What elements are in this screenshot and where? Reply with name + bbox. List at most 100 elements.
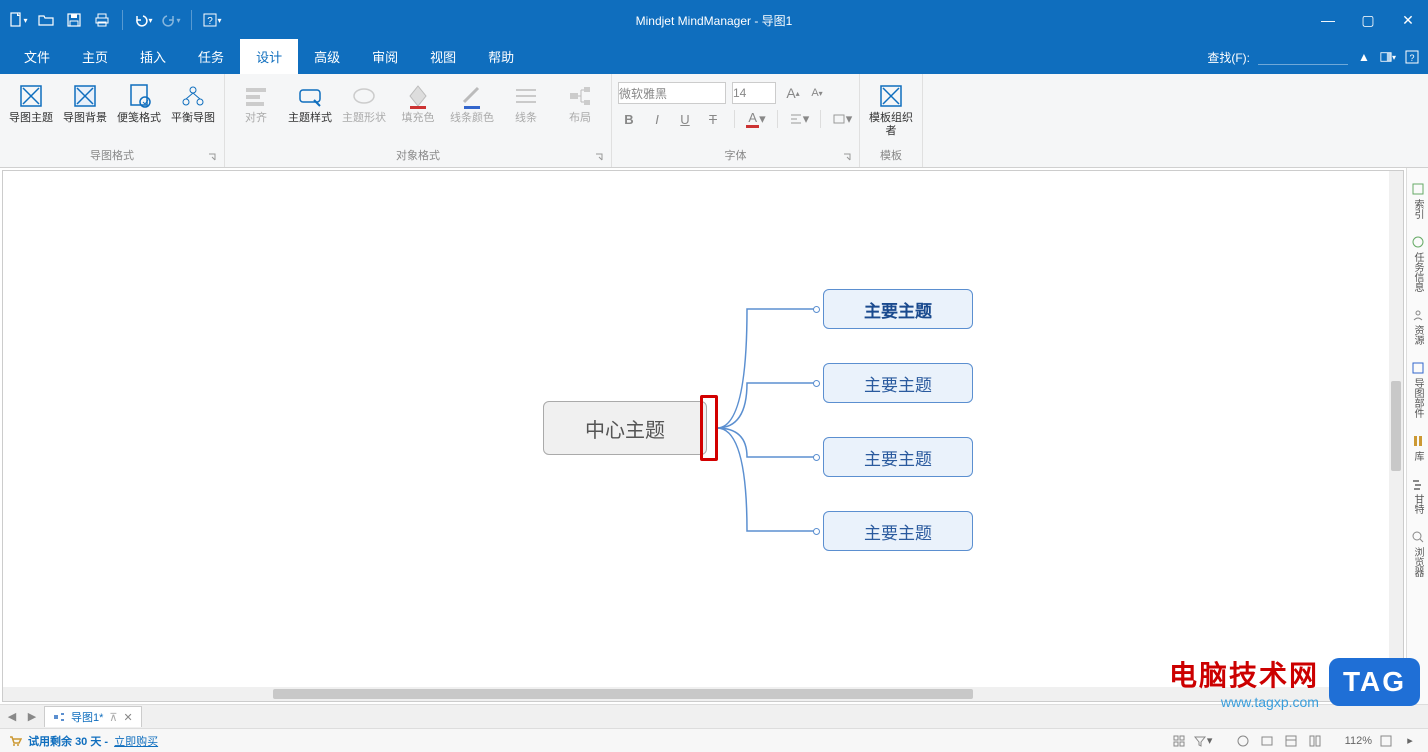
view-mode-3-icon[interactable] xyxy=(1281,732,1301,750)
side-tab-library[interactable]: 库 xyxy=(1408,428,1428,467)
separator xyxy=(191,10,192,30)
map-theme-button[interactable]: 导图主题 xyxy=(6,78,56,125)
side-tab-map-parts[interactable]: 导图部件 xyxy=(1408,355,1428,424)
help-button[interactable]: ? ▾ xyxy=(200,8,224,32)
connector-dot xyxy=(813,528,820,535)
underline-button[interactable]: U xyxy=(674,108,696,130)
font-size-select[interactable] xyxy=(732,82,776,104)
layout-button[interactable]: 布局 xyxy=(555,78,605,125)
template-organizer-button[interactable]: 模板组织者 xyxy=(866,78,916,138)
window-title: Mindjet MindManager - 导图1 xyxy=(636,12,793,29)
svg-text:?: ? xyxy=(1409,53,1414,63)
main-topic-3[interactable]: 主要主题 xyxy=(823,437,973,477)
vertical-scrollbar[interactable] xyxy=(1389,171,1403,687)
dropdown-icon: ▾ xyxy=(217,16,221,25)
shrink-font-button[interactable]: A▾ xyxy=(806,82,828,104)
new-file-button[interactable]: ▾ xyxy=(6,8,30,32)
central-topic[interactable]: 中心主题 xyxy=(543,401,707,455)
topic-style-button[interactable]: 主题样式 xyxy=(285,78,335,125)
maximize-button[interactable]: ▢ xyxy=(1348,6,1388,34)
main-topic-1[interactable]: 主要主题 xyxy=(823,289,973,329)
map-background-button[interactable]: 导图背景 xyxy=(60,78,110,125)
group-label-map-format: 导图格式 xyxy=(6,145,218,165)
tab-advanced[interactable]: 高级 xyxy=(298,39,356,74)
panel-icon[interactable]: ▾ xyxy=(1380,45,1396,69)
side-tab-task-info[interactable]: 任务信息 xyxy=(1408,229,1428,298)
view-mode-4-icon[interactable] xyxy=(1305,732,1325,750)
dialog-launcher-icon[interactable] xyxy=(593,152,605,164)
close-button[interactable]: ✕ xyxy=(1388,6,1428,34)
find-input[interactable] xyxy=(1258,50,1348,65)
pin-icon[interactable]: ⊼ xyxy=(109,711,117,724)
minimize-button[interactable]: — xyxy=(1308,6,1348,34)
map-icon xyxy=(53,711,65,723)
side-tab-gantt[interactable]: 甘特 xyxy=(1408,471,1428,520)
tab-review[interactable]: 审阅 xyxy=(356,39,414,74)
open-file-button[interactable] xyxy=(34,8,58,32)
fit-icon[interactable] xyxy=(1376,732,1396,750)
tab-view[interactable]: 视图 xyxy=(414,39,472,74)
side-tab-resource[interactable]: 资源 xyxy=(1408,302,1428,351)
line-color-button[interactable]: 线条颜色 xyxy=(447,78,497,125)
case-button[interactable]: ▾ xyxy=(831,108,853,130)
zoom-level[interactable]: 112% xyxy=(1345,735,1372,747)
tab-help[interactable]: 帮助 xyxy=(472,39,530,74)
save-button[interactable] xyxy=(62,8,86,32)
status-right: ▾ 112% ▸ xyxy=(1169,732,1420,750)
undo-button[interactable]: ▾ xyxy=(131,8,155,32)
view-mode-2-icon[interactable] xyxy=(1257,732,1277,750)
separator xyxy=(734,110,735,128)
line-button[interactable]: 线条 xyxy=(501,78,551,125)
fill-color-button[interactable]: 填充色 xyxy=(393,78,443,125)
group-label-object-format: 对象格式 xyxy=(231,145,605,165)
tab-design[interactable]: 设计 xyxy=(240,39,298,74)
bold-button[interactable]: B xyxy=(618,108,640,130)
connector-dot xyxy=(813,454,820,461)
font-color-button[interactable]: A▾ xyxy=(745,108,767,130)
view-grid-icon[interactable] xyxy=(1169,732,1189,750)
selection-handle[interactable] xyxy=(700,395,718,461)
collapse-ribbon-icon[interactable]: ▲ xyxy=(1356,45,1372,69)
align-button[interactable]: 对齐 xyxy=(231,78,281,125)
grow-font-button[interactable]: A▴ xyxy=(782,82,804,104)
separator xyxy=(777,110,778,128)
font-name-select[interactable] xyxy=(618,82,726,104)
expand-icon[interactable]: ▸ xyxy=(1400,732,1420,750)
strike-button[interactable]: T xyxy=(702,108,724,130)
buy-now-link[interactable]: 立即购买 xyxy=(114,733,158,749)
tab-home[interactable]: 主页 xyxy=(66,39,124,74)
view-mode-1-icon[interactable] xyxy=(1233,732,1253,750)
svg-text:?: ? xyxy=(208,16,214,27)
canvas[interactable]: 中心主题 主要主题 主要主题 主要主题 主要主题 xyxy=(2,170,1404,702)
close-tab-icon[interactable]: ✕ xyxy=(123,711,132,724)
filter-icon[interactable]: ▾ xyxy=(1193,732,1213,750)
menubar-right: 查找(F): ▲ ▾ ? xyxy=(1207,40,1420,74)
dialog-launcher-icon[interactable] xyxy=(841,152,853,164)
dropdown-icon: ▾ xyxy=(148,16,152,25)
scrollbar-thumb[interactable] xyxy=(273,689,973,699)
trial-status: 试用剩余 30 天 - 立即购买 xyxy=(8,733,158,749)
tab-nav-next[interactable]: ▶ xyxy=(24,709,40,725)
main-topic-4[interactable]: 主要主题 xyxy=(823,511,973,551)
note-format-button[interactable]: 便笺格式 xyxy=(114,78,164,125)
italic-button[interactable]: I xyxy=(646,108,668,130)
dialog-launcher-icon[interactable] xyxy=(206,152,218,164)
balance-map-button[interactable]: 平衡导图 xyxy=(168,78,218,125)
side-tab-index[interactable]: 索引 xyxy=(1408,176,1428,225)
horizontal-scrollbar[interactable] xyxy=(3,687,1389,701)
separator xyxy=(820,110,821,128)
print-button[interactable] xyxy=(90,8,114,32)
align-left-button[interactable]: ▾ xyxy=(788,108,810,130)
scrollbar-thumb[interactable] xyxy=(1391,381,1401,471)
tab-nav-prev[interactable]: ◀ xyxy=(4,709,20,725)
document-tab[interactable]: 导图1* ⊼ ✕ xyxy=(44,706,142,727)
main-topic-2[interactable]: 主要主题 xyxy=(823,363,973,403)
tab-file[interactable]: 文件 xyxy=(8,39,66,74)
topic-shape-button[interactable]: 主题形状 xyxy=(339,78,389,125)
help-icon[interactable]: ? xyxy=(1404,45,1420,69)
ribbon: 导图主题 导图背景 便笺格式 平衡导图 导图格式 对齐 xyxy=(0,74,1428,168)
side-tab-browser[interactable]: 浏览器 xyxy=(1408,524,1428,583)
redo-button[interactable]: ▾ xyxy=(159,8,183,32)
tab-insert[interactable]: 插入 xyxy=(124,39,182,74)
tab-task[interactable]: 任务 xyxy=(182,39,240,74)
